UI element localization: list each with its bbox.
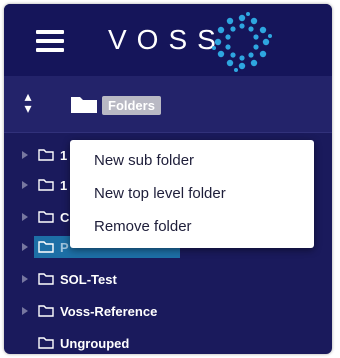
expand-caret-icon[interactable] [22,243,28,251]
remove-folder-menu-item[interactable]: Remove folder [70,210,314,244]
folder-name: C [60,210,70,225]
folder-outline-icon [38,179,54,191]
expand-caret-icon[interactable] [22,307,28,315]
folder-outline-icon [38,211,54,223]
menu-item-label: New sub folder [94,152,195,169]
app-header: VOSS [4,4,332,76]
folder-panel: VOSS ▴ ▾ Folders 1 1 C P SOL-Test Voss-R… [4,4,332,354]
new-sub-folder-menu-item[interactable]: New sub folder [70,144,314,178]
expand-caret-icon[interactable] [22,181,28,189]
folder-name: 1 [60,178,68,193]
expand-collapse-icon[interactable]: ▴ ▾ [18,89,38,116]
folder-name: Voss-Reference [60,304,158,319]
folder-outline-icon [38,149,54,161]
folders-toolbar: ▴ ▾ Folders [4,76,332,133]
expand-caret-icon[interactable] [22,275,28,283]
folders-label: Folders [102,96,161,115]
folder-outline-icon [38,305,54,317]
folder-context-menu: New sub folder New top level folder Remo… [70,140,314,248]
folder-name: Ungrouped [60,336,130,351]
folder-outline-icon [38,337,54,349]
expand-caret-icon[interactable] [22,151,28,159]
folder-name: 1 [60,148,68,163]
tree-row[interactable]: Voss-Reference [4,298,332,326]
folder-name: SOL-Test [60,272,117,287]
folder-name: P [60,240,69,255]
brand-name: VOSS [108,24,226,55]
tree-row[interactable]: SOL-Test [4,266,332,294]
folder-outline-icon [38,241,54,253]
menu-item-label: New top level folder [94,185,226,202]
menu-item-label: Remove folder [94,218,192,235]
voss-dots-logo-icon [212,12,272,72]
tree-row[interactable]: Ungrouped [4,330,332,354]
hamburger-menu-icon[interactable] [36,30,64,52]
new-top-level-folder-menu-item[interactable]: New top level folder [70,177,314,211]
folder-outline-icon [38,273,54,285]
folder-icon [71,97,97,113]
expand-caret-icon[interactable] [22,213,28,221]
